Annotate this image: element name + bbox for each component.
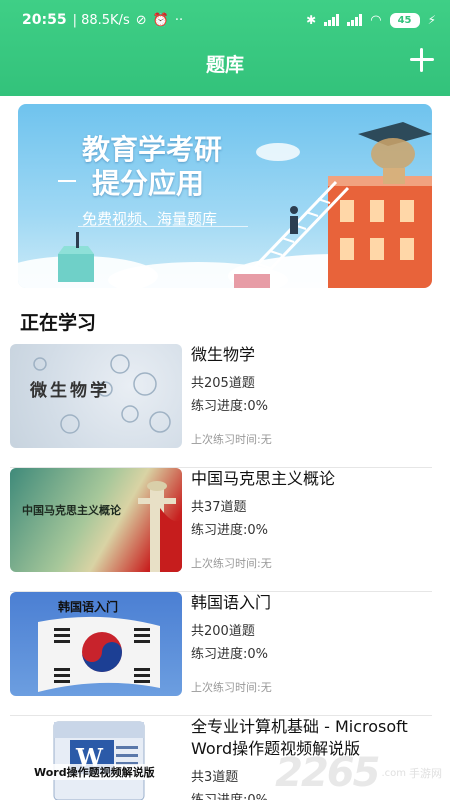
network-speed: | 88.5K/s [72, 12, 130, 28]
question-count: 共200道题 [191, 624, 255, 639]
watermark-domain: .com [381, 767, 406, 779]
banner-accent-line [58, 180, 76, 182]
last-practice-time: 上次练习时间:无 [191, 557, 272, 570]
course-thumbnail-text: 韩国语入门 [58, 600, 119, 614]
question-count: 共3道题 [191, 770, 239, 785]
course-name: 韩国语入门 [191, 593, 272, 612]
practice-progress: 练习进度:0% [191, 789, 268, 800]
app-header: 20:55 | 88.5K/s ⊘ ⏰ ·· ✱ ◠ 45 ⚡ 题库 [0, 0, 450, 96]
pillar-illustration [138, 481, 182, 572]
course-item[interactable]: 韩国语入门 韩国语入门 共200道题 练习进度:0% 上次练习时间:无 [0, 592, 450, 716]
banner-headline-2: 提分应用 [92, 167, 205, 200]
last-practice-time: 上次练习时间:无 [191, 681, 272, 694]
practice-progress: 练习进度:0% [191, 647, 269, 662]
course-item[interactable]: 中国马克思主义概论 中国马克思主义概论 共37道题 练习进度:0% 上次练习时间… [0, 468, 450, 592]
course-name: 中国马克思主义概论 [191, 469, 336, 488]
battery-level: 45 [397, 14, 412, 26]
course-item[interactable]: 微生物学 微生物学 共205道题 练习进度:0% 上次练习时间:无 [0, 344, 450, 468]
course-thumbnail-text: 中国马克思主义概论 [22, 504, 121, 517]
course-thumbnail: 韩国语入门 [10, 592, 182, 696]
question-count: 共37道题 [191, 500, 247, 515]
site-watermark: 2265 .com 手游网 [275, 750, 442, 796]
status-bar: 20:55 | 88.5K/s ⊘ ⏰ ·· ✱ ◠ 45 ⚡ [0, 0, 450, 40]
course-name: 微生物学 [191, 345, 256, 364]
watermark-logo: 2265 [275, 750, 380, 796]
alarm-icon: ⏰ [152, 12, 169, 28]
plus-icon[interactable] [408, 46, 436, 74]
status-time: 20:55 [22, 12, 67, 28]
banner-illustration [18, 122, 432, 288]
wifi-icon: ◠ [370, 12, 382, 28]
practice-progress: 练习进度:0% [191, 523, 269, 538]
banner-subtitle: 免费视频、海量题库 [82, 210, 218, 228]
word-document-icon: W [53, 721, 145, 800]
watermark-text: 手游网 [409, 767, 442, 780]
signal-icon-2 [347, 14, 363, 26]
sync-off-icon: ⊘ [135, 12, 147, 28]
battery-icon: 45 [389, 12, 420, 28]
section-title: 正在学习 [20, 312, 97, 334]
page-title: 题库 [205, 54, 244, 76]
course-thumbnail: 中国马克思主义概论 [10, 468, 182, 572]
question-count: 共205道题 [191, 376, 255, 391]
signal-icon [324, 14, 340, 26]
last-practice-time: 上次练习时间:无 [191, 433, 272, 446]
promo-banner[interactable]: 教育学考研 提分应用 免费视频、海量题库 [18, 104, 432, 288]
charging-icon: ⚡ [427, 13, 436, 27]
course-thumbnail: W Word操作题视频解说版 [10, 716, 182, 800]
course-thumbnail: 微生物学 [10, 344, 182, 448]
course-thumbnail-text: Word操作题视频解说版 [32, 764, 157, 780]
practice-progress: 练习进度:0% [191, 399, 269, 414]
bluetooth-icon: ✱ [306, 13, 317, 27]
course-thumbnail-text: 微生物学 [30, 381, 110, 401]
more-dots-icon: ·· [174, 12, 184, 28]
